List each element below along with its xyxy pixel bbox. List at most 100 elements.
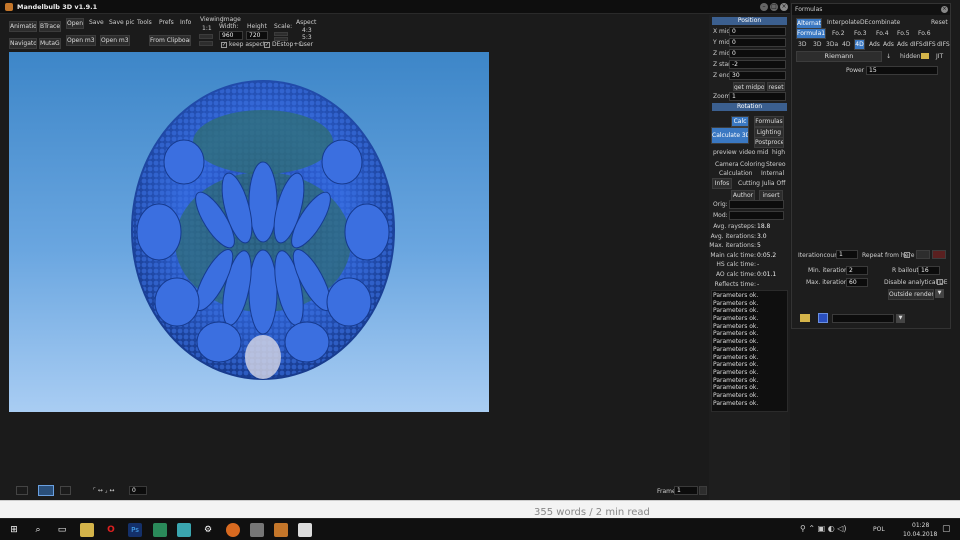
viewing-down-button[interactable] bbox=[199, 41, 213, 46]
iterationcount-input[interactable]: 1 bbox=[836, 250, 858, 259]
app-teal-icon[interactable] bbox=[177, 523, 191, 537]
open-folder-icon[interactable] bbox=[800, 314, 810, 322]
cutting-tab[interactable]: Cutting bbox=[738, 180, 760, 188]
photoshop-icon[interactable]: Ps bbox=[128, 523, 142, 537]
formulas-close-icon[interactable]: × bbox=[941, 6, 948, 13]
formulas-reset-button[interactable]: Reset bbox=[931, 19, 948, 27]
internal-tab[interactable]: Internal bbox=[761, 170, 784, 178]
outside-render-dropdown[interactable]: Outside render bbox=[888, 289, 934, 300]
app-green-icon[interactable] bbox=[153, 523, 167, 537]
formula-tab-4[interactable]: Fo.4 bbox=[876, 30, 889, 38]
repeat-checkbox[interactable] bbox=[904, 252, 910, 258]
notifications-icon[interactable]: ▢ bbox=[942, 524, 951, 534]
info-menu[interactable]: Info bbox=[180, 19, 191, 27]
formula-tab-5[interactable]: Fo.5 bbox=[897, 30, 910, 38]
high-option[interactable]: high bbox=[772, 149, 785, 157]
app-orange-icon[interactable] bbox=[226, 523, 240, 537]
stereo-tab[interactable]: Stereo bbox=[766, 161, 786, 169]
formula-preset-dropdown[interactable] bbox=[832, 314, 894, 323]
type-ads-a[interactable]: Ads bbox=[869, 41, 880, 49]
clock-date[interactable]: 10.04.2018 bbox=[903, 531, 937, 538]
width-input[interactable]: 960 bbox=[219, 31, 243, 40]
formula-tab-2[interactable]: Fo.2 bbox=[832, 30, 845, 38]
task-view-icon[interactable]: ▭ bbox=[55, 523, 69, 537]
prefs-menu[interactable]: Prefs bbox=[159, 19, 174, 27]
hidden-label[interactable]: hidden bbox=[900, 53, 921, 61]
search-icon[interactable]: ⌕ bbox=[31, 523, 45, 537]
tray-icons[interactable]: ⚲ ⌃ ▣ ◐ ◁) bbox=[800, 524, 847, 533]
step-icon[interactable]: ⌜ ↔ ⌟ ↔ bbox=[93, 487, 114, 495]
mod-input[interactable] bbox=[729, 211, 784, 220]
minimize-icon[interactable]: – bbox=[760, 3, 768, 11]
keep-aspect-checkbox[interactable]: ✓ bbox=[221, 42, 227, 48]
jit-label[interactable]: JIT bbox=[936, 53, 943, 61]
julia-off-tab[interactable]: Julia Off bbox=[762, 180, 785, 188]
settings-gear-icon[interactable]: ⚙ bbox=[201, 523, 215, 537]
folder-icon[interactable] bbox=[921, 53, 929, 59]
view-mode-icon-2[interactable] bbox=[38, 485, 54, 496]
formula-tab-1[interactable]: Formula1 bbox=[796, 28, 826, 39]
formula-swap-button[interactable] bbox=[916, 250, 930, 259]
open-m3p-button[interactable]: Open m3p bbox=[100, 35, 130, 46]
app-gray-icon[interactable] bbox=[250, 523, 264, 537]
viewing-up-button[interactable] bbox=[199, 34, 213, 39]
type-difs-b[interactable]: dIFS bbox=[923, 41, 936, 49]
type-3da[interactable]: 3Da bbox=[826, 41, 838, 49]
formulas-button[interactable]: Formulas bbox=[754, 116, 784, 127]
type-3d-b[interactable]: 3D bbox=[813, 41, 821, 49]
interpolate-tab[interactable]: Interpolate bbox=[827, 19, 860, 27]
type-4d-a[interactable]: 4D bbox=[842, 41, 850, 49]
infos-tab[interactable]: Infos bbox=[712, 178, 732, 189]
type-ads-b[interactable]: Ads bbox=[883, 41, 894, 49]
save-pic-menu[interactable]: Save pic bbox=[109, 19, 134, 27]
zend-input[interactable]: 30 bbox=[729, 71, 786, 80]
coloring-tab[interactable]: Coloring bbox=[740, 161, 765, 169]
view-mode-icon-1[interactable] bbox=[16, 486, 28, 495]
type-3d-a[interactable]: 3D bbox=[798, 41, 806, 49]
save-formula-icon[interactable] bbox=[818, 313, 828, 323]
navigator-button[interactable]: Navigator bbox=[9, 38, 37, 49]
mandelbulb-taskbar-icon[interactable] bbox=[274, 523, 288, 537]
close-icon[interactable]: × bbox=[780, 3, 788, 11]
btracer-button[interactable]: BTracer bbox=[39, 21, 61, 32]
get-midpoint-button[interactable]: get midpoint bbox=[733, 82, 765, 91]
render-canvas[interactable] bbox=[9, 52, 489, 412]
formula-delete-button[interactable] bbox=[932, 250, 946, 259]
opera-icon[interactable]: O bbox=[104, 523, 118, 537]
file-explorer-icon[interactable] bbox=[80, 523, 94, 537]
type-4d-b[interactable]: 4D bbox=[854, 39, 865, 50]
formula-tab-6[interactable]: Fo.6 bbox=[918, 30, 931, 38]
rotation-header[interactable]: Rotation bbox=[712, 103, 787, 111]
mid-option[interactable]: mid bbox=[757, 149, 768, 157]
camera-tab[interactable]: Camera bbox=[715, 161, 739, 169]
max-iterations-input[interactable]: 60 bbox=[846, 278, 868, 287]
orig-input[interactable] bbox=[729, 200, 784, 209]
preview-option[interactable]: preview bbox=[713, 149, 737, 157]
ymid-input[interactable]: 0 bbox=[729, 38, 786, 47]
zoom-input[interactable]: 1 bbox=[729, 92, 786, 101]
clock-time[interactable]: 01:28 bbox=[912, 522, 929, 529]
type-ads-c[interactable]: Ads bbox=[897, 41, 908, 49]
rbailout-input[interactable]: 16 bbox=[918, 266, 940, 275]
step-input[interactable]: 0 bbox=[129, 486, 147, 495]
zmid-input[interactable]: 0 bbox=[729, 49, 786, 58]
power-input[interactable]: 15 bbox=[866, 66, 938, 75]
aspect-user[interactable]: user bbox=[300, 41, 313, 49]
language-indicator[interactable]: POL bbox=[873, 526, 885, 533]
de-stop-checkbox[interactable]: ✓ bbox=[264, 42, 270, 48]
decombinate-tab[interactable]: DEcombinate bbox=[860, 19, 900, 27]
tools-menu[interactable]: Tools bbox=[137, 19, 152, 27]
outside-render-chevron-down-icon[interactable]: ▼ bbox=[935, 289, 944, 298]
frame-stepper[interactable] bbox=[699, 486, 707, 495]
frame-input[interactable]: 1 bbox=[674, 486, 698, 495]
disable-de-checkbox[interactable] bbox=[937, 279, 943, 285]
from-clipboard-button[interactable]: From Clipboard bbox=[149, 35, 191, 46]
min-iterations-input[interactable]: 2 bbox=[846, 266, 868, 275]
view-mode-icon-3[interactable] bbox=[60, 486, 71, 495]
mutagen-button[interactable]: MutaGen bbox=[39, 38, 61, 49]
open-button[interactable]: Open bbox=[66, 18, 84, 29]
save-menu[interactable]: Save bbox=[89, 19, 104, 27]
position-reset-button[interactable]: reset bbox=[767, 82, 785, 91]
formula-tab-3[interactable]: Fo.3 bbox=[854, 30, 867, 38]
scale-up-button[interactable] bbox=[274, 32, 288, 36]
